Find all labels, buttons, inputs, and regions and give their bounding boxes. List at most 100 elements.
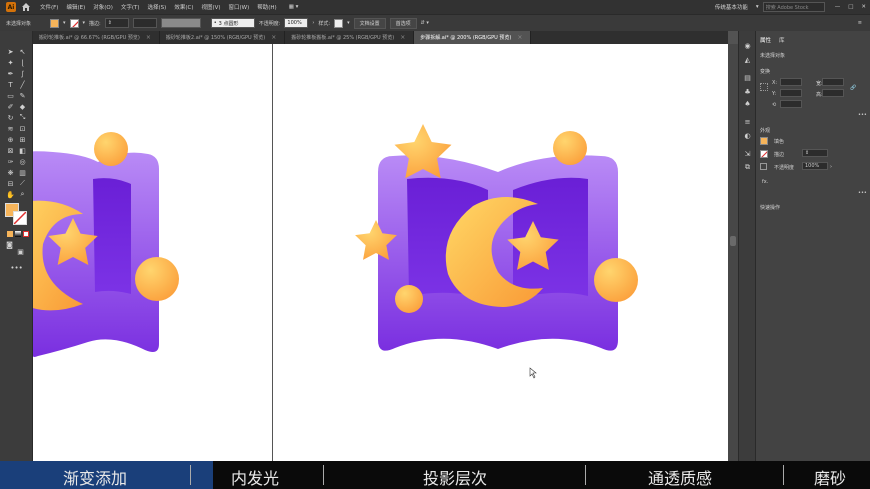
minimize-icon[interactable]: — (831, 4, 845, 10)
screen-mode-icon[interactable]: ▣ (16, 247, 25, 256)
link-proportions-icon[interactable]: 🔗 (850, 85, 856, 91)
align-options-icon[interactable]: ⇵ ▾ (421, 20, 429, 26)
free-transform-tool-icon[interactable]: ⊡ (18, 124, 27, 133)
close-icon[interactable]: × (517, 34, 522, 41)
brush-select[interactable]: • 3 点圆形 (210, 18, 255, 28)
scrollbar-thumb[interactable] (730, 236, 736, 246)
brushes-icon[interactable]: ♣ (743, 87, 752, 96)
opacity-checkbox[interactable] (760, 163, 767, 170)
artboards-icon[interactable]: ⧉ (743, 163, 752, 172)
menu-window[interactable]: 窗口(W) (225, 3, 254, 11)
fill-chevron-icon[interactable]: ▾ (63, 20, 66, 26)
rotate-field[interactable] (780, 100, 802, 108)
menu-select[interactable]: 选择(S) (144, 3, 171, 11)
shape-builder-tool-icon[interactable]: ⊕ (6, 135, 15, 144)
tab-document-2[interactable]: 搬砂轮推板2.ai* @ 150% (RGB/GPU 预览) × (160, 31, 286, 44)
opacity-input[interactable]: 100% (284, 18, 309, 28)
eraser-tool-icon[interactable]: ◆ (18, 102, 27, 111)
paintbrush-tool-icon[interactable]: ✎ (18, 91, 27, 100)
style-chevron-icon[interactable]: ▾ (347, 20, 350, 26)
tab-properties[interactable]: 属性 (760, 36, 771, 48)
close-icon[interactable]: × (400, 34, 405, 41)
scale-tool-icon[interactable]: ⤡ (18, 113, 27, 122)
stroke-swatch-panel[interactable] (760, 150, 768, 158)
fill-swatch-panel[interactable] (760, 137, 768, 145)
mesh-tool-icon[interactable]: ⊠ (6, 146, 15, 155)
style-swatch[interactable] (334, 18, 344, 28)
transparency-icon[interactable]: ◐ (743, 131, 752, 140)
y-field[interactable] (780, 89, 802, 97)
workspace-switcher[interactable]: 传统基本功能 (711, 3, 752, 11)
magic-wand-icon[interactable]: ✦ (6, 58, 15, 67)
brush-preview[interactable] (160, 18, 201, 28)
line-tool-icon[interactable]: ╱ (18, 80, 27, 89)
rotate-tool-icon[interactable]: ↻ (6, 113, 15, 122)
lasso-tool-icon[interactable]: ɭ (18, 58, 27, 67)
column-graph-tool-icon[interactable]: ▥ (18, 168, 27, 177)
zoom-tool-icon[interactable]: ⌕ (18, 190, 27, 199)
menu-help[interactable]: 帮助(H) (253, 3, 280, 11)
variable-width-select[interactable] (132, 18, 157, 28)
home-icon[interactable] (20, 1, 32, 13)
perspective-grid-tool-icon[interactable]: ⊞ (18, 135, 27, 144)
tab-document-4[interactable]: 步骤拆解.ai* @ 200% (RGB/GPU 预览) × (414, 31, 532, 44)
menu-effect[interactable]: 效果(C) (170, 3, 197, 11)
opacity-chevron-icon[interactable]: › (830, 164, 832, 170)
type-tool-icon[interactable]: T (6, 80, 15, 89)
menu-view[interactable]: 视图(V) (197, 3, 224, 11)
gradient-tool-icon[interactable]: ◧ (18, 146, 27, 155)
stroke-chevron-icon[interactable]: ▾ (83, 20, 86, 26)
close-icon[interactable]: ✕ (857, 4, 870, 10)
w-field[interactable] (822, 78, 844, 86)
transform-more-icon[interactable]: ••• (858, 112, 867, 118)
export-icon[interactable]: ⇲ (743, 149, 752, 158)
fx-button[interactable]: fx. (762, 179, 768, 185)
color-icon[interactable]: ◭ (743, 55, 752, 64)
x-field[interactable] (780, 78, 802, 86)
opacity-field[interactable]: 100% (802, 162, 828, 170)
document-setup-button[interactable]: 文档设置 (353, 17, 386, 29)
h-field[interactable] (822, 89, 844, 97)
tab-libraries[interactable]: 库 (779, 36, 785, 48)
selection-tool-icon[interactable]: ➤ (6, 47, 15, 56)
width-tool-icon[interactable]: ≋ (6, 124, 15, 133)
preferences-button[interactable]: 首选项 (389, 17, 417, 29)
eyedropper-tool-icon[interactable]: ✑ (6, 157, 15, 166)
tab-document-1[interactable]: 搬砂轮推板.ai* @ 66.67% (RGB/GPU 预览) × (33, 31, 160, 44)
symbol-sprayer-tool-icon[interactable]: ❋ (6, 168, 15, 177)
color-guide-icon[interactable]: ◉ (743, 41, 752, 50)
close-icon[interactable]: × (146, 34, 151, 41)
pen-tool-icon[interactable]: ✒ (6, 69, 15, 78)
shaper-tool-icon[interactable]: ✐ (6, 102, 15, 111)
arrange-docs-icon[interactable]: ▦ ▾ (285, 4, 303, 10)
symbols-icon[interactable]: ♠ (743, 99, 752, 108)
fill-swatch[interactable] (50, 18, 59, 28)
stroke-swatch[interactable] (69, 18, 79, 28)
tab-document-3[interactable]: 搬砂轮推板搬板.ai* @ 25% (RGB/GPU 预览) × (285, 31, 415, 44)
stroke-color-box[interactable] (13, 211, 27, 225)
artboard-tool-icon[interactable]: ⊟ (6, 179, 15, 188)
panel-menu-icon[interactable]: ≡ (858, 20, 862, 26)
artwork[interactable] (33, 44, 728, 461)
opacity-chevron-icon[interactable]: › (312, 20, 314, 26)
blend-tool-icon[interactable]: ◎ (18, 157, 27, 166)
menu-file[interactable]: 文件(F) (36, 3, 62, 11)
reference-point-icon[interactable] (760, 83, 768, 91)
edit-toolbar-icon[interactable]: ••• (10, 263, 22, 272)
menu-object[interactable]: 对象(O) (89, 3, 117, 11)
draw-mode-icon[interactable]: ◙ (5, 240, 14, 249)
canvas[interactable] (33, 44, 728, 461)
stroke-weight-input[interactable]: ⇕ (104, 18, 129, 28)
workspace-chevron-icon[interactable]: ▾ (752, 4, 763, 10)
vertical-scrollbar[interactable] (728, 44, 738, 461)
curvature-tool-icon[interactable]: ∫ (18, 69, 27, 78)
book-icon-left[interactable] (33, 132, 179, 357)
appearance-more-icon[interactable]: ••• (858, 190, 867, 196)
menu-type[interactable]: 文字(T) (117, 3, 144, 11)
stock-search-input[interactable]: 搜索 Adobe Stock (762, 2, 825, 12)
layers-icon[interactable]: ▤ (743, 73, 752, 82)
none-mode-icon[interactable] (21, 229, 30, 238)
stroke-weight-field[interactable]: ⇕ (802, 149, 828, 157)
hand-tool-icon[interactable]: ✋ (6, 190, 15, 199)
rectangle-tool-icon[interactable]: ▭ (6, 91, 15, 100)
